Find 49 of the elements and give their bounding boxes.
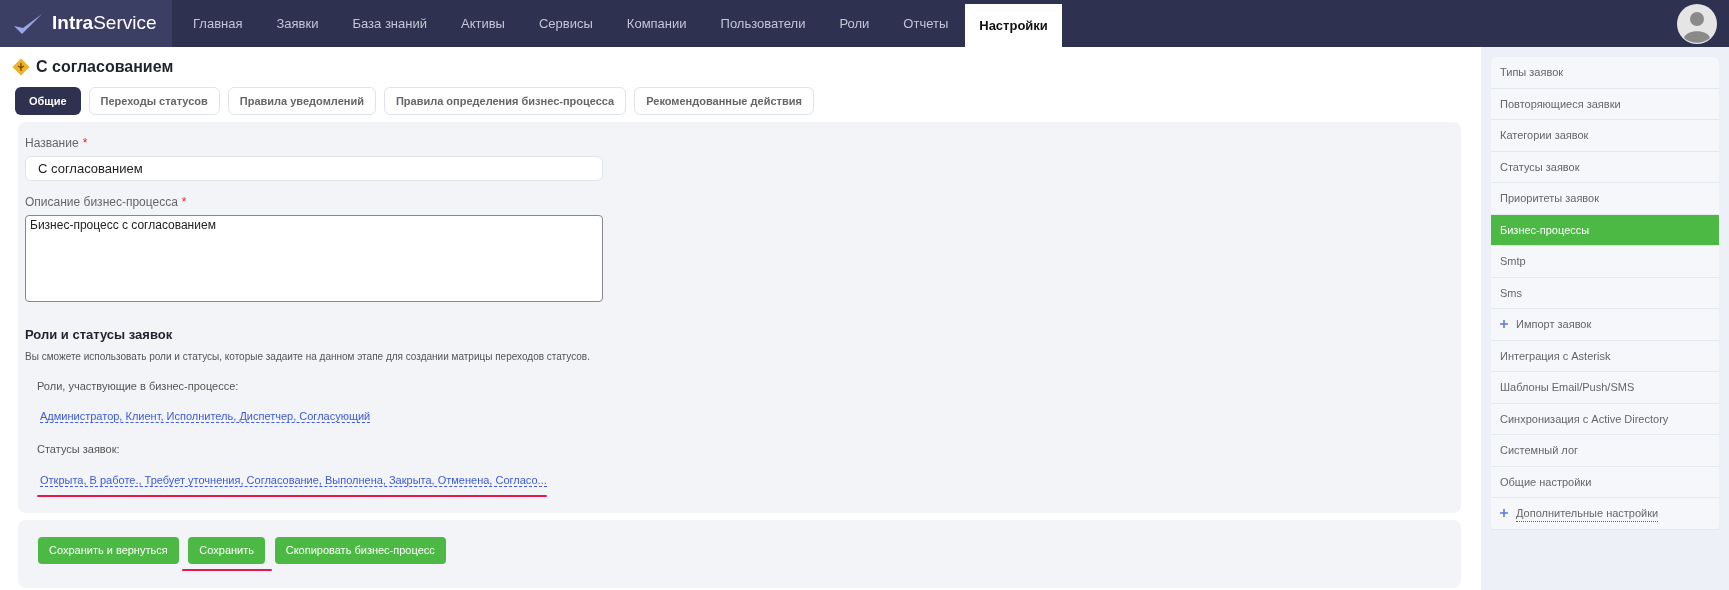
sidebar-item[interactable]: Интеграция с Asterisk xyxy=(1491,340,1719,372)
field-label: Описание бизнес-процесса * xyxy=(25,194,188,211)
menu-label: Дополнительные настройки xyxy=(1516,504,1659,522)
sidebar-item[interactable]: Категории заявок xyxy=(1491,120,1719,152)
sidebar-item[interactable]: Дополнительные настройки xyxy=(1491,498,1719,530)
tab[interactable]: Правила определения бизнес-процесса xyxy=(383,87,627,115)
sidebar-item[interactable]: Системный лог xyxy=(1491,435,1719,467)
nav-tab[interactable]: Компании xyxy=(609,0,704,47)
nav-tab[interactable]: Активы xyxy=(443,0,522,47)
section-heading: Роли и статусы заявок xyxy=(25,326,174,344)
page-title: С согласованием xyxy=(36,57,174,77)
value-link[interactable]: Администратор, Клиент, Исполнитель, Диспетчер, Согласующий xyxy=(40,410,371,423)
sidebar-item[interactable]: Импорт заявок xyxy=(1491,309,1719,341)
value-link[interactable]: Открыта, В работе., Требует уточнения, Согласование, Выполнена, Закрыта, Отменена, Согласо... xyxy=(40,473,547,487)
sidebar-item[interactable]: Статусы заявок xyxy=(1491,151,1719,183)
description-textarea[interactable]: Бизнес-процесс с согласованием xyxy=(25,215,603,302)
field-label: Роли, участвующие в бизнес-процессе: xyxy=(37,378,240,394)
sidebar-item[interactable]: Sms xyxy=(1491,277,1719,309)
tab[interactable]: Переходы статусов xyxy=(88,87,220,115)
sidebar-item[interactable]: Шаблоны Email/Push/SMS xyxy=(1491,372,1719,404)
sidebar-item[interactable]: Общие настройки xyxy=(1491,466,1719,498)
nav-tab[interactable]: Заявки xyxy=(259,0,336,47)
sidebar-item[interactable]: Приоритеты заявок xyxy=(1491,183,1719,215)
nav-tab[interactable]: База знаний xyxy=(335,0,444,47)
nav-tab[interactable]: Роли xyxy=(822,0,887,47)
nav-tab[interactable]: Настройки xyxy=(965,4,1062,47)
sidebar-item[interactable]: Smtp xyxy=(1491,246,1719,278)
name-input-field[interactable]: С согласованием xyxy=(25,156,603,181)
field-label: Название * xyxy=(25,135,89,152)
sidebar-item[interactable]: Типы заявок xyxy=(1491,57,1719,89)
checkmark-logo-icon xyxy=(12,11,44,36)
sidebar-item[interactable]: Повторяющиеся заявки xyxy=(1491,88,1719,120)
tab[interactable]: Рекомендованные действия xyxy=(634,87,814,115)
required-asterisk: * xyxy=(181,195,187,209)
field-label: Статусы заявок: xyxy=(37,442,121,457)
tab[interactable]: Правила уведомлений xyxy=(227,87,376,115)
tab[interactable]: Общие xyxy=(15,87,81,115)
nav-tab[interactable]: Главная xyxy=(176,0,260,47)
sidebar-item[interactable]: Синхронизация с Active Directory xyxy=(1491,403,1719,435)
avatar-icon[interactable] xyxy=(1677,3,1717,44)
menu-label: Импорт заявок xyxy=(1516,317,1592,332)
logo-text: IntraService xyxy=(52,11,157,36)
plus-icon xyxy=(1500,509,1508,518)
nav-tab[interactable]: Сервисы xyxy=(521,0,610,47)
nav-tab[interactable]: Пользователи xyxy=(703,0,823,47)
nav-tab[interactable]: Отчеты xyxy=(886,0,966,47)
required-asterisk: * xyxy=(82,136,88,150)
section-hint: Вы сможете использовать роли и статусы, которые задаите на данном этапе для создании матрицы переходов статусов. xyxy=(25,349,591,364)
plus-icon xyxy=(1500,320,1508,329)
